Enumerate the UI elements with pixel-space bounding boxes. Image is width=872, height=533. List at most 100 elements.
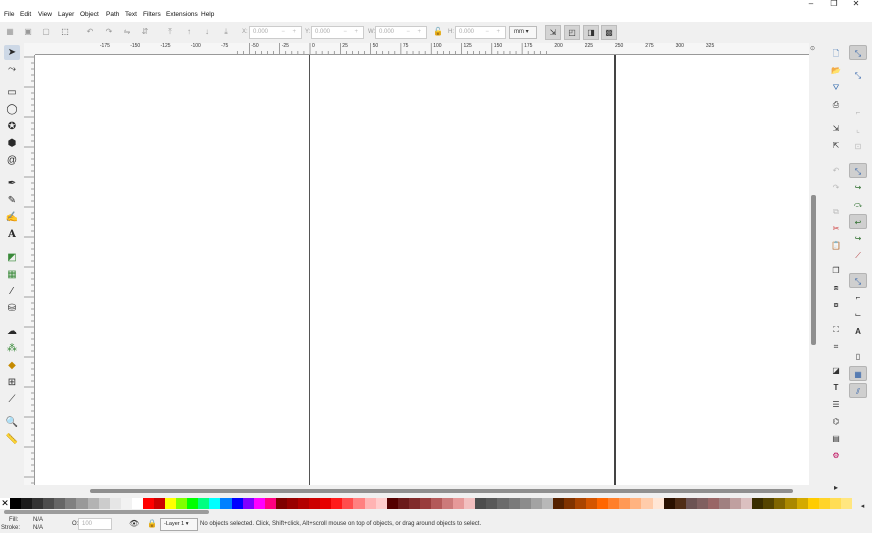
new-document-icon[interactable]: 🗋 [829, 47, 843, 60]
palette-swatch[interactable] [630, 498, 642, 509]
toggle-visibility-icon[interactable]: 👁 [129, 519, 139, 528]
connector-tool-icon[interactable]: ⊞ [4, 375, 20, 390]
no-paint-swatch[interactable]: ✕ [0, 498, 10, 509]
palette-swatch[interactable] [818, 498, 830, 509]
snap-bbox-midpoint-icon[interactable]: ⊡ [849, 139, 867, 154]
palette-swatch[interactable] [298, 498, 310, 509]
3dbox-tool-icon[interactable]: ⬢ [4, 136, 20, 151]
measure-tool-icon[interactable]: 📏 [4, 432, 20, 447]
palette-swatch[interactable] [275, 498, 287, 509]
more-commands-icon[interactable]: ▸ [829, 481, 843, 494]
maximize-button[interactable]: ❐ [825, 0, 843, 9]
calligraphy-tool-icon[interactable]: ✍ [4, 210, 20, 225]
palette-swatch[interactable] [619, 498, 631, 509]
paste-icon[interactable]: 📋 [829, 239, 843, 252]
palette-swatch[interactable] [652, 498, 664, 509]
palette-swatch[interactable] [486, 498, 498, 509]
snap-smooth-nodes-icon[interactable]: ↪ [849, 231, 867, 246]
palette-swatch[interactable] [353, 498, 365, 509]
palette-swatch[interactable] [198, 498, 210, 509]
palette-swatch[interactable] [320, 498, 332, 509]
palette-swatch[interactable] [552, 498, 564, 509]
vertical-ruler[interactable] [24, 55, 35, 485]
lock-layer-icon[interactable]: 🔒 [147, 519, 157, 528]
tweak-tool-icon[interactable]: ☁ [4, 324, 20, 339]
export-icon[interactable]: ⇱ [829, 139, 843, 152]
zoom-tool-icon[interactable]: 🔍 [4, 415, 20, 430]
palette-swatch[interactable] [685, 498, 697, 509]
snap-toggle-icon[interactable]: ⤡ [849, 45, 867, 60]
rotate-cw-icon[interactable]: ↷ [103, 26, 115, 38]
selector-tool-icon[interactable]: ➤ [4, 45, 20, 60]
palette-swatch[interactable] [730, 498, 742, 509]
palette-swatch[interactable] [707, 498, 719, 509]
palette-swatch[interactable] [464, 498, 476, 509]
snap-rotation-center-icon[interactable]: ⌙ [849, 307, 867, 322]
x-field[interactable]: 0.000 − + [249, 26, 302, 39]
snap-midpoint-icon[interactable]: ⟋ [849, 248, 867, 263]
palette-swatch[interactable] [10, 498, 22, 509]
h-spin-buttons[interactable]: − + [485, 27, 503, 38]
drawing-canvas[interactable] [35, 55, 809, 485]
palette-swatch[interactable] [264, 498, 276, 509]
lower-to-bottom-icon[interactable]: ⤓ [220, 26, 232, 38]
menu-view[interactable]: View [38, 11, 52, 18]
palette-menu-icon[interactable]: ◂ [853, 498, 872, 515]
copy-icon[interactable]: ⧉ [829, 205, 843, 218]
palette-swatch[interactable] [741, 498, 753, 509]
palette-swatch[interactable] [796, 498, 808, 509]
menu-help[interactable]: Help [201, 11, 214, 18]
snap-guide-icon[interactable]: ⫽ [849, 383, 867, 398]
fill-value[interactable]: N/A [33, 517, 43, 523]
dropper-tool-icon[interactable]: ⁄ [4, 284, 20, 299]
palette-swatch[interactable] [774, 498, 786, 509]
palette-swatch[interactable] [187, 498, 199, 509]
palette-swatch[interactable] [309, 498, 321, 509]
flip-horizontal-icon[interactable]: ⇋ [121, 26, 133, 38]
palette-swatch[interactable] [220, 498, 232, 509]
palette-swatch[interactable] [597, 498, 609, 509]
palette-swatch[interactable] [397, 498, 409, 509]
palette-swatch[interactable] [176, 498, 188, 509]
palette-swatch[interactable] [120, 498, 132, 509]
snap-bbox-edge-icon[interactable]: ⌐ [849, 105, 867, 120]
print-icon[interactable]: ⎙ [829, 98, 843, 111]
import-icon[interactable]: ⇲ [829, 122, 843, 135]
units-select[interactable]: mm ▾ [509, 26, 537, 39]
layer-select[interactable]: -Layer 1 ▾ [160, 518, 198, 531]
palette-swatch[interactable] [508, 498, 520, 509]
rectangle-tool-icon[interactable]: ▭ [4, 85, 20, 100]
snap-nodes-icon[interactable]: ⤡ [849, 163, 867, 178]
transform-icon[interactable]: ⬚ [59, 26, 71, 38]
palette-swatch[interactable] [32, 498, 44, 509]
palette-swatch[interactable] [497, 498, 509, 509]
palette-swatch[interactable] [608, 498, 620, 509]
palette-swatch[interactable] [453, 498, 465, 509]
palette-swatch[interactable] [530, 498, 542, 509]
palette-swatch[interactable] [87, 498, 99, 509]
raise-to-top-icon[interactable]: ⤒ [164, 26, 176, 38]
eraser-tool-icon[interactable]: ◆ [4, 358, 20, 373]
scroll-up-icon[interactable]: ⊙ [810, 45, 815, 52]
palette-swatch[interactable] [408, 498, 420, 509]
menu-object[interactable]: Object [80, 11, 99, 18]
snap-bbox-corner-icon[interactable]: ⌞ [849, 122, 867, 137]
palette-swatch[interactable] [142, 498, 155, 509]
scale-stroke-icon[interactable]: ⇲ [545, 25, 561, 40]
stroke-value[interactable]: N/A [33, 525, 43, 531]
palette-swatch[interactable] [574, 498, 587, 509]
palette-swatch[interactable] [76, 498, 88, 509]
palette-swatch[interactable] [519, 498, 531, 509]
duplicate-icon[interactable]: ❐ [829, 264, 843, 277]
gradient-tool-icon[interactable]: ◩ [4, 250, 20, 265]
menu-extensions[interactable]: Extensions [166, 11, 198, 18]
palette-swatch[interactable] [563, 498, 575, 509]
snap-page-border-icon[interactable]: ▯ [849, 349, 867, 364]
palette-swatch[interactable] [242, 498, 254, 509]
select-all-layers-icon[interactable]: ▣ [22, 26, 34, 38]
pen-tool-icon[interactable]: ✒ [4, 176, 20, 191]
node-tool-icon[interactable]: ⤳ [4, 62, 20, 77]
palette-scroll-thumb[interactable] [4, 510, 209, 514]
palette-swatch[interactable] [231, 498, 243, 509]
h-field[interactable]: 0.000 − + [455, 26, 506, 39]
